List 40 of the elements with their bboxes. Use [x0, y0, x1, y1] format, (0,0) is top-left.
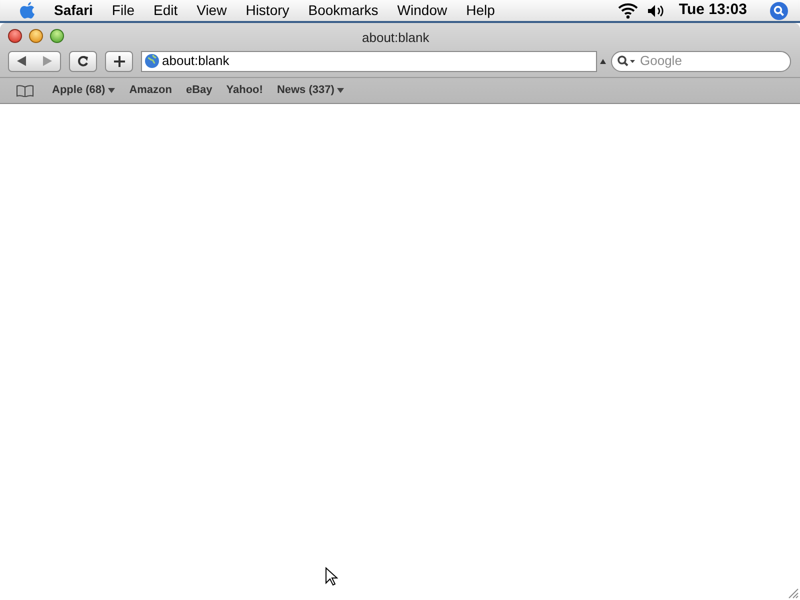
menu-item[interactable]: Help	[466, 0, 495, 21]
zoom-button[interactable]	[50, 28, 64, 42]
menu-item[interactable]: View	[196, 0, 227, 21]
menu-item[interactable]: Bookmarks	[308, 0, 378, 21]
bookmark-link[interactable]: Amazon	[129, 82, 172, 99]
menu-clock[interactable]: Tue 13:03	[678, 0, 747, 22]
minimize-button[interactable]	[29, 28, 43, 42]
mouse-pointer-icon	[325, 567, 338, 587]
add-bookmark-button[interactable]	[105, 50, 133, 72]
search-icon[interactable]	[617, 55, 635, 67]
wifi-icon[interactable]	[618, 2, 638, 18]
address-text: about:blank	[162, 52, 230, 70]
reload-icon[interactable]	[77, 55, 89, 67]
menu-item[interactable]: Window	[397, 0, 448, 21]
menu-item[interactable]: History	[246, 0, 290, 21]
search-placeholder: Google	[640, 52, 682, 70]
window-title: about:blank	[362, 29, 430, 47]
app-menu[interactable]: Safari	[54, 0, 93, 21]
address-field[interactable]: about:blank	[141, 50, 597, 72]
caret-icon[interactable]	[600, 58, 606, 64]
book-icon[interactable]	[16, 84, 34, 96]
bookmark-folder[interactable]: News (337)	[276, 82, 344, 99]
bookmark-folder[interactable]: Apple (68)	[52, 82, 116, 99]
dropdown-arrow-icon[interactable]	[108, 88, 116, 93]
apple-logo-icon[interactable]	[19, 1, 36, 20]
globe-icon	[145, 54, 159, 68]
plus-icon[interactable]	[114, 56, 124, 66]
back-forward-button[interactable]	[8, 50, 61, 72]
speaker-icon[interactable]	[646, 4, 665, 18]
resize-grip-icon[interactable]	[788, 588, 799, 599]
forward-arrow-icon[interactable]	[42, 56, 52, 66]
reload-button[interactable]	[69, 50, 97, 72]
bookmark-link[interactable]: eBay	[186, 82, 212, 99]
dropdown-arrow-icon[interactable]	[337, 88, 344, 93]
back-arrow-icon[interactable]	[16, 56, 27, 66]
bookmark-link[interactable]: Yahoo!	[226, 82, 263, 99]
menu-item[interactable]: File	[112, 0, 134, 21]
close-button[interactable]	[8, 28, 22, 42]
menu-item[interactable]: Edit	[153, 0, 178, 21]
search-icon[interactable]	[770, 2, 788, 20]
